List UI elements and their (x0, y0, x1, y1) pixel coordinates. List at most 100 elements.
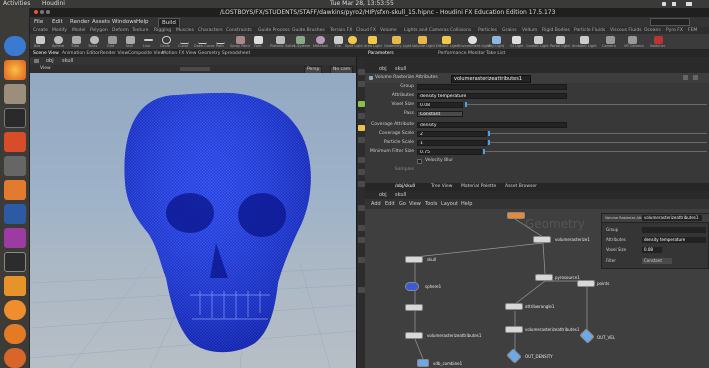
path-node[interactable]: skull (62, 57, 73, 65)
shelf-tab[interactable]: Guide Process (258, 27, 290, 34)
point-icon[interactable] (358, 157, 365, 163)
portal-light-icon[interactable] (556, 36, 565, 44)
network-node[interactable] (405, 332, 423, 339)
caustic-light-icon[interactable] (534, 36, 543, 44)
line-tool-icon[interactable] (144, 39, 153, 41)
shelf-tab[interactable]: Terrain FX (330, 27, 352, 34)
render-region-icon[interactable] (358, 287, 365, 293)
houdini-icon-3[interactable] (4, 348, 26, 368)
param-slider[interactable] (485, 151, 707, 152)
null-tool-icon[interactable] (126, 36, 135, 44)
param-field[interactable]: 1 (417, 140, 487, 146)
network-node[interactable] (507, 212, 525, 219)
menu-help[interactable]: Help (461, 199, 472, 209)
snap-icon[interactable] (358, 101, 365, 107)
display-options[interactable] (180, 67, 210, 71)
tab-scene-view[interactable]: Scene View (33, 50, 59, 57)
shelf-tab[interactable]: Deform (112, 27, 129, 34)
clock[interactable]: Tue Mar 28, 13:53:55 (330, 0, 394, 8)
tube-tool-icon[interactable] (72, 36, 81, 44)
shelf-tab[interactable]: Oceans (644, 27, 661, 34)
tab-performance-monitor[interactable]: Performance Monitor (438, 50, 485, 57)
tab-composite-view[interactable]: Composite View (128, 50, 164, 57)
tab-render-view[interactable]: Render View (100, 50, 128, 57)
desktop-search[interactable] (650, 18, 690, 26)
shelf-tab[interactable]: Muscles (176, 27, 194, 34)
shelf-tab[interactable]: Viscous Fluids (610, 27, 642, 34)
network-null-node[interactable] (417, 359, 429, 367)
view-label[interactable]: View (40, 65, 51, 73)
shelf-tab[interactable]: Lights and Cameras (404, 27, 449, 34)
torus-tool-icon[interactable] (90, 36, 99, 44)
menu-view[interactable]: View (409, 199, 421, 209)
path-obj[interactable]: obj (379, 65, 387, 73)
param-slider[interactable] (490, 142, 707, 143)
ambient-light-icon[interactable] (580, 36, 589, 44)
path-tool-icon[interactable] (216, 36, 225, 44)
menu-layout[interactable]: Layout (441, 199, 458, 209)
help-icon[interactable] (4, 36, 26, 56)
tab-tree-view[interactable]: Tree View (431, 183, 453, 191)
shelf-tab[interactable]: Vellum (522, 27, 537, 34)
shelf-tab[interactable]: Particles (478, 27, 497, 34)
param-field[interactable] (417, 84, 567, 90)
shelf-tab[interactable]: Particle Fluids (574, 27, 605, 34)
houdini-alt-icon[interactable] (4, 300, 26, 320)
spray-paint-tool-icon[interactable] (236, 36, 245, 44)
param-dropdown[interactable]: Constant (417, 111, 463, 117)
popup-dropdown[interactable]: Constant (642, 258, 672, 264)
software-icon[interactable] (4, 180, 26, 200)
tab-material-palette[interactable]: Material Palette (461, 183, 496, 191)
param-slider[interactable] (490, 133, 707, 134)
visualizer-icon[interactable] (358, 225, 365, 231)
vr-camera-icon[interactable] (628, 36, 637, 44)
path-obj[interactable]: obj (46, 57, 54, 65)
houdini-fx-icon[interactable] (4, 252, 26, 272)
settings-icon[interactable] (4, 132, 26, 152)
path-node[interactable]: skull (395, 65, 406, 73)
normal-icon[interactable] (358, 169, 365, 175)
network-node[interactable] (405, 256, 423, 263)
bluetooth-icon[interactable] (4, 204, 26, 224)
files-icon[interactable] (4, 84, 26, 104)
network-node[interactable] (505, 303, 523, 310)
menu-edit[interactable]: Edit (52, 17, 63, 27)
network-node[interactable] (505, 326, 523, 333)
close-icon[interactable] (34, 10, 38, 14)
curve-tool-icon[interactable] (180, 36, 189, 44)
shelf-tab[interactable]: Modify (52, 27, 67, 34)
shelf-tab[interactable]: Model (72, 27, 86, 34)
menu-assets[interactable]: Assets (92, 17, 110, 27)
volume-light-icon[interactable] (418, 36, 427, 44)
distant-light-icon[interactable] (442, 36, 451, 44)
shelf-tab[interactable]: Characters (198, 27, 223, 34)
param-field[interactable]: 0.08 (417, 102, 463, 108)
menu-edit[interactable]: Edit (385, 199, 395, 209)
camera-icon[interactable] (4, 156, 26, 176)
menu-tools[interactable]: Tools (425, 199, 437, 209)
spot-light-icon[interactable] (348, 36, 357, 44)
help-icon[interactable] (693, 75, 698, 80)
menu-add[interactable]: Add (371, 199, 381, 209)
popup-field[interactable] (642, 227, 706, 233)
wireframe-icon[interactable] (358, 113, 365, 119)
metaball-tool-icon[interactable] (316, 36, 325, 44)
shelf-tab[interactable]: Pyro FX (666, 27, 683, 34)
popup-name-field[interactable]: volumerasterizeattributes1 (642, 215, 702, 221)
param-field[interactable]: 0.75 (417, 149, 482, 155)
font-tool-icon[interactable] (254, 36, 263, 44)
tab-asset-browser[interactable]: Asset Browser (505, 183, 537, 191)
network-icon[interactable] (662, 2, 666, 6)
menu-windows[interactable]: Windows (112, 17, 137, 27)
shelf-tab[interactable]: Collisions (450, 27, 471, 34)
firefox-icon[interactable] (4, 60, 26, 80)
shading-icon[interactable] (358, 237, 365, 243)
popup-field[interactable]: 0.08 (642, 247, 662, 253)
shelf-tab[interactable]: Texture (132, 27, 148, 34)
tab-parameters[interactable]: Parameters (368, 50, 394, 57)
platonic-tool-icon[interactable] (276, 36, 285, 44)
houdini-icon-2[interactable] (4, 324, 26, 344)
grid-tool-icon[interactable] (108, 36, 117, 44)
home-view-icon[interactable] (358, 69, 365, 75)
menu-go[interactable]: Go (399, 199, 406, 209)
